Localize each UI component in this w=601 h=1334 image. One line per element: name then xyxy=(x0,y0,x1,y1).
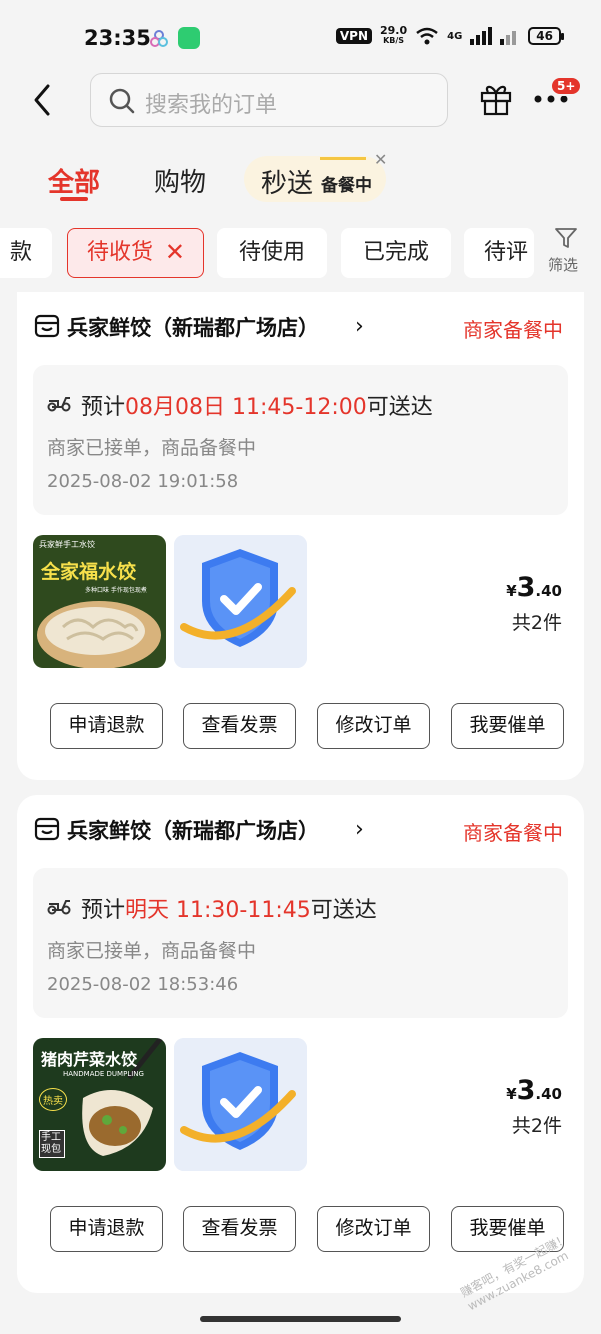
scooter-icon xyxy=(47,900,71,915)
speed-unit: KB/S xyxy=(383,36,405,45)
thumbnail-stamp: 手工现包 xyxy=(39,1130,65,1158)
tab-flash-label: 秒送 xyxy=(261,169,314,199)
thumbnail-hot-tag: 热卖 xyxy=(39,1088,67,1111)
order-card[interactable]: 兵家鲜饺（新瑞都广场店） › 商家备餐中 预计明天 11:30-11:45可送达… xyxy=(17,795,584,1293)
tab-flash-delivery[interactable]: 秒送 备餐中 xyxy=(244,156,386,202)
request-refund-button[interactable]: 申请退款 xyxy=(50,1206,163,1252)
store-icon xyxy=(34,314,60,338)
signal-icon xyxy=(470,27,493,45)
thumbnail-sub: HANDMADE DUMPLING xyxy=(63,1070,144,1078)
order-status: 商家备餐中 xyxy=(463,821,563,845)
thumbnail-title: 全家福水饺 xyxy=(41,561,137,583)
eta-suffix: 可送达 xyxy=(366,395,433,420)
price-integer: 3 xyxy=(516,1075,536,1106)
order-progress-text: 商家已接单，商品备餐中 xyxy=(47,437,257,459)
funnel-icon xyxy=(555,228,577,248)
filter-label: 筛选 xyxy=(548,256,579,274)
order-progress-text: 商家已接单，商品备餐中 xyxy=(47,940,257,962)
store-icon xyxy=(34,817,60,841)
close-icon[interactable]: ✕ xyxy=(165,229,185,276)
battery-indicator: 46 xyxy=(528,27,564,45)
order-status: 商家备餐中 xyxy=(463,318,563,342)
vpn-indicator: VPN xyxy=(335,28,372,44)
currency-symbol: ¥ xyxy=(506,1085,517,1103)
view-invoice-button[interactable]: 查看发票 xyxy=(183,1206,296,1252)
close-icon[interactable]: ✕ xyxy=(374,150,387,169)
eta-suffix: 可送达 xyxy=(310,898,377,923)
network-speed: 29.0 KB/S xyxy=(380,25,407,46)
price-decimal: .40 xyxy=(535,582,562,600)
order-price: ¥3.40 xyxy=(506,572,562,603)
flash-bar xyxy=(320,157,366,160)
search-icon xyxy=(109,88,135,114)
eta-time-range: 明天 11:30-11:45 xyxy=(125,898,311,923)
chevron-right-icon[interactable]: › xyxy=(355,817,364,842)
tab-active-indicator xyxy=(60,197,88,201)
delivery-info: 预计08月08日 11:45-12:00可送达 商家已接单，商品备餐中 2025… xyxy=(33,365,568,515)
eta-text: 预计08月08日 11:45-12:00可送达 xyxy=(81,389,433,421)
home-indicator[interactable] xyxy=(200,1316,401,1322)
notification-badge: 5+ xyxy=(550,76,583,96)
filter-chip-to-use[interactable]: 待使用 xyxy=(217,228,327,278)
search-placeholder: 搜索我的订单 xyxy=(145,93,278,118)
wifi-icon xyxy=(416,27,438,45)
order-price: ¥3.40 xyxy=(506,1075,562,1106)
tab-all[interactable]: 全部 xyxy=(48,162,100,199)
shield-icon xyxy=(174,535,307,668)
eta-text: 预计明天 11:30-11:45可送达 xyxy=(81,892,377,924)
tab-flash-sub: 备餐中 xyxy=(321,176,372,196)
product-thumbnail[interactable] xyxy=(174,535,307,668)
currency-symbol: ¥ xyxy=(506,582,517,600)
item-count: 共2件 xyxy=(511,612,562,634)
price-integer: 3 xyxy=(516,572,536,603)
product-thumbnail[interactable]: 猪肉芹菜水饺 HANDMADE DUMPLING 热卖 手工现包 xyxy=(33,1038,166,1171)
filter-chip-label: 待收货 xyxy=(87,240,154,265)
order-timestamp: 2025-08-02 18:53:46 xyxy=(47,974,239,995)
thumbnail-text-top: 兵家鲜手工水饺 xyxy=(39,540,95,549)
gift-icon[interactable] xyxy=(478,80,514,116)
status-time: 23:35 xyxy=(84,26,151,50)
app-notification-icon xyxy=(178,27,200,49)
delivery-info: 预计明天 11:30-11:45可送达 商家已接单，商品备餐中 2025-08-… xyxy=(33,868,568,1018)
filter-chip-completed[interactable]: 已完成 xyxy=(341,228,451,278)
status-bar: 23:35 VPN 29.0 KB/S 4G 46 xyxy=(0,0,601,72)
status-indicators: VPN 29.0 KB/S 4G 46 xyxy=(335,25,564,46)
chevron-right-icon[interactable]: › xyxy=(355,314,364,339)
request-refund-button[interactable]: 申请退款 xyxy=(50,703,163,749)
filter-chips: 款 待收货 ✕ 待使用 已完成 待评 筛选 xyxy=(0,220,601,284)
eta-prefix: 预计 xyxy=(81,395,126,420)
order-card[interactable]: 兵家鲜饺（新瑞都广场店） › 商家备餐中 预计08月08日 11:45-12:0… xyxy=(17,292,584,780)
signal-icon xyxy=(500,31,517,45)
modify-order-button[interactable]: 修改订单 xyxy=(317,1206,430,1252)
product-thumbnail[interactable]: 兵家鲜手工水饺 全家福水饺 多种口味 手作现包现煮 xyxy=(33,535,166,668)
shield-icon xyxy=(174,1038,307,1171)
urge-order-button[interactable]: 我要催单 xyxy=(451,703,564,749)
store-name[interactable]: 兵家鲜饺（新瑞都广场店） xyxy=(67,815,319,845)
search-input[interactable]: 搜索我的订单 xyxy=(90,73,448,127)
order-timestamp: 2025-08-02 19:01:58 xyxy=(47,471,239,492)
app-notification-icon xyxy=(150,30,168,47)
eta-time-range: 08月08日 11:45-12:00 xyxy=(125,395,367,420)
scooter-icon xyxy=(47,397,71,412)
item-count: 共2件 xyxy=(511,1115,562,1137)
modify-order-button[interactable]: 修改订单 xyxy=(317,703,430,749)
product-thumbnail[interactable] xyxy=(174,1038,307,1171)
network-type: 4G xyxy=(447,30,463,42)
header: 搜索我的订单 5+ xyxy=(0,72,601,132)
tab-shopping[interactable]: 购物 xyxy=(154,162,206,199)
eta-prefix: 预计 xyxy=(81,898,126,923)
filter-button[interactable]: 筛选 xyxy=(534,220,601,284)
back-icon[interactable] xyxy=(28,80,58,120)
filter-chip-to-review[interactable]: 待评 xyxy=(464,228,534,278)
price-decimal: .40 xyxy=(535,1085,562,1103)
store-name[interactable]: 兵家鲜饺（新瑞都广场店） xyxy=(67,312,319,342)
order-tabs: 全部 购物 秒送 备餐中 ✕ xyxy=(0,150,601,206)
thumbnail-title: 猪肉芹菜水饺 xyxy=(41,1050,138,1069)
filter-chip-refund[interactable]: 款 xyxy=(0,228,52,278)
view-invoice-button[interactable]: 查看发票 xyxy=(183,703,296,749)
thumbnail-tag: 多种口味 手作现包现煮 xyxy=(85,587,147,594)
filter-chip-to-receive[interactable]: 待收货 ✕ xyxy=(67,228,204,278)
